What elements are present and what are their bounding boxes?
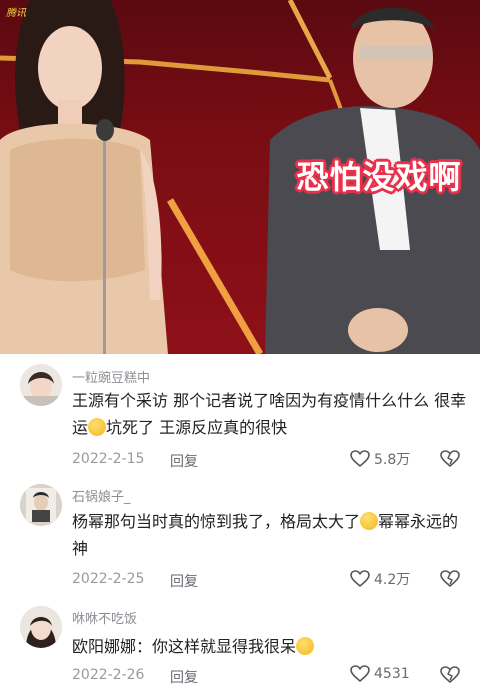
like-count: 4531 <box>374 666 410 682</box>
dislike-button[interactable] <box>440 570 460 592</box>
comment-text: 王源有个采访 那个记者说了啥因为有疫情什么什么 很幸运 坑死了 王源反应真的很快 <box>72 387 472 441</box>
like-count: 4.2万 <box>374 572 411 588</box>
comment-username[interactable]: 咻咻不吃饭 <box>72 608 137 627</box>
avatar[interactable] <box>20 484 62 526</box>
praying-emoji-icon <box>360 512 379 530</box>
heart-icon <box>350 450 370 468</box>
broken-heart-icon <box>440 570 460 588</box>
like-button[interactable]: 4.2万 <box>350 569 410 589</box>
avatar[interactable] <box>20 606 62 648</box>
smiling-emoji-icon <box>296 637 315 655</box>
comment-text: 欧阳娜娜：你这样就显得我很呆 <box>72 633 472 660</box>
comment-text-part2: 坑死了 王源反应真的很快 <box>106 418 288 437</box>
comment-date: 2022-2-25 <box>72 571 145 587</box>
comment-date: 2022-2-15 <box>72 451 145 467</box>
comment-text: 杨幂那句当时真的惊到我了，格局太大了 幂幂永远的神 <box>72 508 472 562</box>
reply-button[interactable]: 回复 <box>170 667 198 687</box>
like-button[interactable]: 4531 <box>350 665 410 683</box>
comment-text-part1: 欧阳娜娜：你这样就显得我很呆 <box>72 637 297 656</box>
comment-item: 一粒豌豆糕中 王源有个采访 那个记者说了啥因为有疫情什么什么 很幸运 坑死了 王源… <box>0 354 480 472</box>
video-caption: 恐怕没戏啊 <box>296 158 462 196</box>
like-count: 5.8万 <box>374 452 411 468</box>
comment-text-part1: 杨幂那句当时真的惊到我了，格局太大了 <box>72 512 361 531</box>
comment-item: 咻咻不吃饭 欧阳娜娜：你这样就显得我很呆 2022-2-26 回复 4531 <box>0 590 480 688</box>
comment-item: 石锅娘子_ 杨幂那句当时真的惊到我了，格局太大了 幂幂永远的神 2022-2-25… <box>0 472 480 590</box>
avatar-image <box>20 364 62 406</box>
avatar[interactable] <box>20 364 62 406</box>
broken-heart-icon <box>440 450 460 468</box>
like-button[interactable]: 5.8万 <box>350 449 410 469</box>
comment-username[interactable]: 一粒豌豆糕中 <box>72 367 150 386</box>
avatar-image <box>20 606 62 648</box>
avatar-image <box>20 484 62 526</box>
comment-username[interactable]: 石锅娘子_ <box>72 486 131 505</box>
comment-date: 2022-2-26 <box>72 667 145 683</box>
dislike-button[interactable] <box>440 666 460 688</box>
reply-button[interactable]: 回复 <box>170 571 198 591</box>
video-watermark: 腾讯 <box>6 8 26 19</box>
heart-icon <box>350 665 370 683</box>
dislike-button[interactable] <box>440 450 460 472</box>
laughing-emoji-icon <box>88 418 107 436</box>
video-frame[interactable]: 腾讯 恐怕没戏啊 <box>0 0 480 354</box>
heart-icon <box>350 570 370 588</box>
broken-heart-icon <box>440 666 460 684</box>
reply-button[interactable]: 回复 <box>170 451 198 471</box>
